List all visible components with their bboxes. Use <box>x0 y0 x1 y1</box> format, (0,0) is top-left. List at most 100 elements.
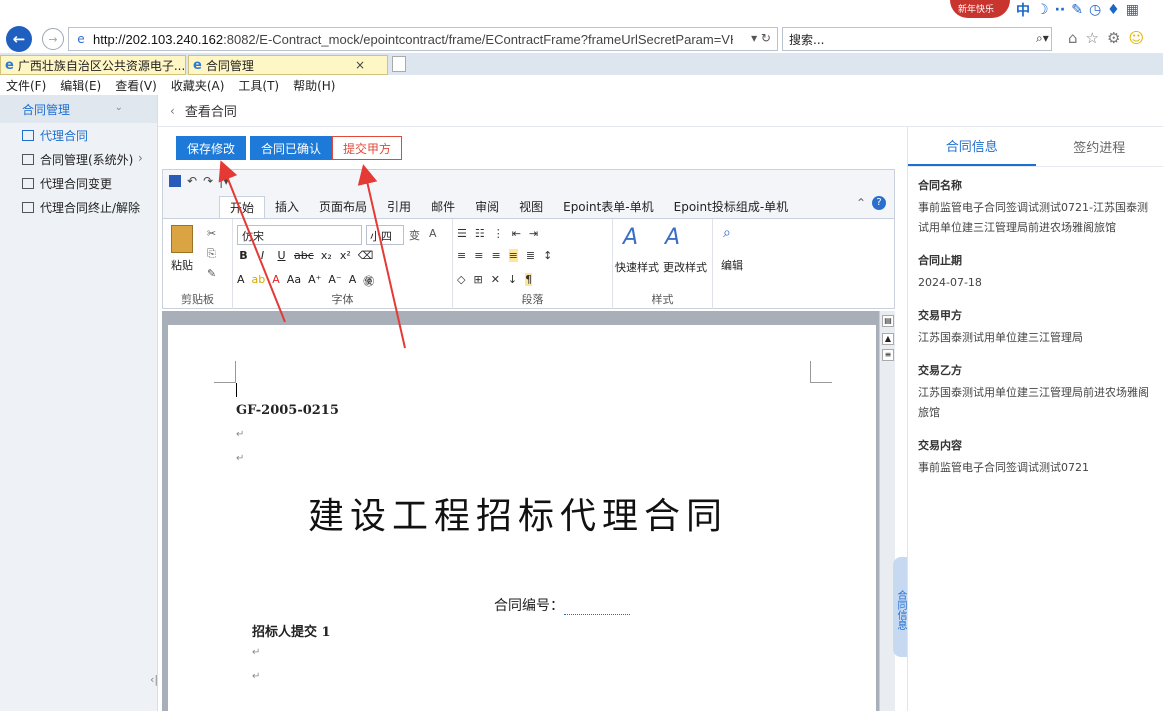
undo-icon[interactable]: ↶ <box>187 174 197 188</box>
multilevel-list-icon[interactable]: ⋮ <box>493 227 504 240</box>
line-spacing-icon[interactable]: ↕ <box>543 249 552 262</box>
save-button[interactable]: 保存修改 <box>176 136 247 160</box>
ime-icon[interactable]: 中 <box>1016 0 1030 20</box>
font-color-icon[interactable]: A <box>272 273 280 289</box>
copy-icon[interactable]: ⎘ <box>207 247 216 261</box>
contract-info-handle[interactable]: 合同信息 <box>893 557 907 657</box>
align-center-icon[interactable]: ≡ <box>474 249 483 262</box>
show-marks-icon[interactable]: ¶ <box>525 273 533 286</box>
help-icon[interactable]: ? <box>872 196 886 210</box>
ribbon-tab-layout[interactable]: 页面布局 <box>309 196 377 218</box>
dots-icon[interactable]: ·· <box>1055 2 1066 18</box>
new-tab-button[interactable] <box>392 56 406 72</box>
change-case-icon[interactable]: Aa <box>287 273 301 289</box>
document-page[interactable]: GF-2005-0215 ↵ ↵ 建设工程招标代理合同 合同编号： 招标人提交 … <box>168 325 876 711</box>
enclose-char-icon[interactable]: ㊝ <box>363 273 374 289</box>
menu-view[interactable]: 查看(V) <box>115 77 157 94</box>
phonetic-icon[interactable]: 变 <box>409 227 420 243</box>
shrink-font-icon[interactable]: A⁻ <box>328 273 341 289</box>
redo-icon[interactable]: ↷ <box>203 174 213 188</box>
sidebar-item-agency-contract[interactable]: 代理合同 <box>0 123 157 147</box>
minimize-ribbon-icon[interactable]: ⌃ <box>856 196 866 210</box>
paste-button[interactable]: 粘贴 <box>171 257 193 273</box>
star-icon[interactable]: ☆ <box>1086 29 1099 47</box>
highlight-icon[interactable]: ab <box>252 273 266 289</box>
shading-icon[interactable]: ◇ <box>457 273 465 286</box>
menu-tools[interactable]: 工具(T) <box>238 77 279 94</box>
feedback-smiley-icon[interactable]: ☺ <box>1128 29 1144 47</box>
change-styles-button[interactable]: 更改样式 <box>663 259 707 275</box>
url-text[interactable]: http://202.103.240.162:8082/E-Contract_m… <box>93 32 733 47</box>
sidebar-header[interactable]: 合同管理 ⌄ <box>0 95 157 123</box>
justify-icon[interactable]: ≡ <box>508 249 518 262</box>
binoculars-icon[interactable]: ⌕ <box>723 225 731 241</box>
save-icon[interactable] <box>169 175 181 187</box>
superscript-icon[interactable]: x² <box>339 249 352 262</box>
chinese-layout-icon[interactable]: ✕ <box>491 273 500 286</box>
refresh-icon[interactable]: ▾ ↻ <box>751 31 771 45</box>
font-size-select[interactable]: 小四 <box>366 225 404 245</box>
contract-number-field[interactable] <box>564 603 630 615</box>
menu-file[interactable]: 文件(F) <box>6 77 46 94</box>
char-shading-icon[interactable]: A <box>349 273 357 289</box>
numbered-list-icon[interactable]: ☷ <box>475 227 485 240</box>
scroll-up-icon[interactable]: ▲ <box>882 333 894 345</box>
change-styles-icon[interactable]: A <box>665 225 680 250</box>
customize-icon[interactable]: |▾ <box>219 174 229 188</box>
wrench-icon[interactable]: ✎ <box>1071 2 1083 18</box>
search-icon[interactable]: ⌕▾ <box>1036 31 1049 46</box>
font-name-select[interactable]: 仿宋 <box>237 225 362 245</box>
grow-font-icon[interactable]: A⁺ <box>308 273 321 289</box>
subscript-icon[interactable]: x₂ <box>320 249 333 262</box>
ribbon-tab-insert[interactable]: 插入 <box>265 196 309 218</box>
menu-favorites[interactable]: 收藏夹(A) <box>171 77 225 94</box>
forward-button[interactable]: → <box>42 28 64 50</box>
browser-tab-portal[interactable]: e 广西壮族自治区公共资源电子... <box>0 55 186 75</box>
strikethrough-icon[interactable]: abc <box>294 249 314 262</box>
search-input[interactable]: 搜索... <box>782 27 1052 51</box>
sort-icon[interactable]: ↓ <box>508 273 517 286</box>
home-icon[interactable]: ⌂ <box>1068 29 1078 47</box>
back-chevron-icon[interactable]: ‹ <box>170 104 175 118</box>
url-field[interactable]: e http://202.103.240.162:8082/E-Contract… <box>68 27 778 51</box>
paste-icon[interactable] <box>171 225 193 253</box>
menu-help[interactable]: 帮助(H) <box>293 77 335 94</box>
char-border-icon[interactable]: A <box>429 227 437 240</box>
ribbon-tab-mailings[interactable]: 邮件 <box>421 196 465 218</box>
cut-icon[interactable]: ✂ <box>207 227 216 240</box>
tab-contract-info[interactable]: 合同信息 <box>908 127 1036 166</box>
quick-styles-button[interactable]: 快速样式 <box>615 259 659 275</box>
align-right-icon[interactable]: ≡ <box>491 249 500 262</box>
back-button[interactable]: ← <box>6 26 32 52</box>
ribbon-tab-review[interactable]: 审阅 <box>465 196 509 218</box>
sidebar-item-contract-change[interactable]: 代理合同变更 <box>0 171 157 195</box>
ribbon-tab-epoint-form[interactable]: Epoint表单-单机 <box>553 196 664 218</box>
collapse-sidebar-icon[interactable]: ‹| <box>150 673 158 686</box>
sidebar-item-contract-termination[interactable]: 代理合同终止/解除 <box>0 195 157 219</box>
editing-button[interactable]: 编辑 <box>721 257 743 273</box>
sidebar-item-external-contracts[interactable]: 合同管理(系统外) › <box>0 147 157 171</box>
close-icon[interactable]: × <box>355 58 365 72</box>
clock-icon[interactable]: ◷ <box>1089 2 1101 18</box>
distribute-icon[interactable]: ≣ <box>526 249 535 262</box>
moon-icon[interactable]: ☽ <box>1036 2 1049 18</box>
submit-to-party-a-button[interactable]: 提交甲方 <box>332 136 403 160</box>
shirt-icon[interactable]: ♦ <box>1107 2 1120 18</box>
decrease-indent-icon[interactable]: ⇤ <box>512 227 521 240</box>
clear-format-icon[interactable]: ⌫ <box>358 249 374 262</box>
borders-icon[interactable]: ⊞ <box>473 273 482 286</box>
scroll-thumb[interactable]: ≡ <box>882 349 894 361</box>
gear-icon[interactable]: ⚙ <box>1107 29 1120 47</box>
tab-signing-progress[interactable]: 签约进程 <box>1036 127 1163 166</box>
quick-styles-icon[interactable]: A <box>623 225 638 250</box>
underline-icon[interactable]: U <box>275 249 288 262</box>
bold-icon[interactable]: B <box>237 249 250 262</box>
ruler-toggle-icon[interactable]: ▤ <box>882 315 894 327</box>
ribbon-tab-epoint-bid[interactable]: Epoint投标组成-单机 <box>664 196 799 218</box>
confirm-contract-button[interactable]: 合同已确认 <box>250 136 333 160</box>
text-effect-icon[interactable]: A <box>237 273 245 289</box>
increase-indent-icon[interactable]: ⇥ <box>529 227 538 240</box>
browser-tab-contract[interactable]: e 合同管理 × <box>188 55 388 75</box>
format-painter-icon[interactable]: ✎ <box>207 267 216 280</box>
ribbon-tab-view[interactable]: 视图 <box>509 196 553 218</box>
